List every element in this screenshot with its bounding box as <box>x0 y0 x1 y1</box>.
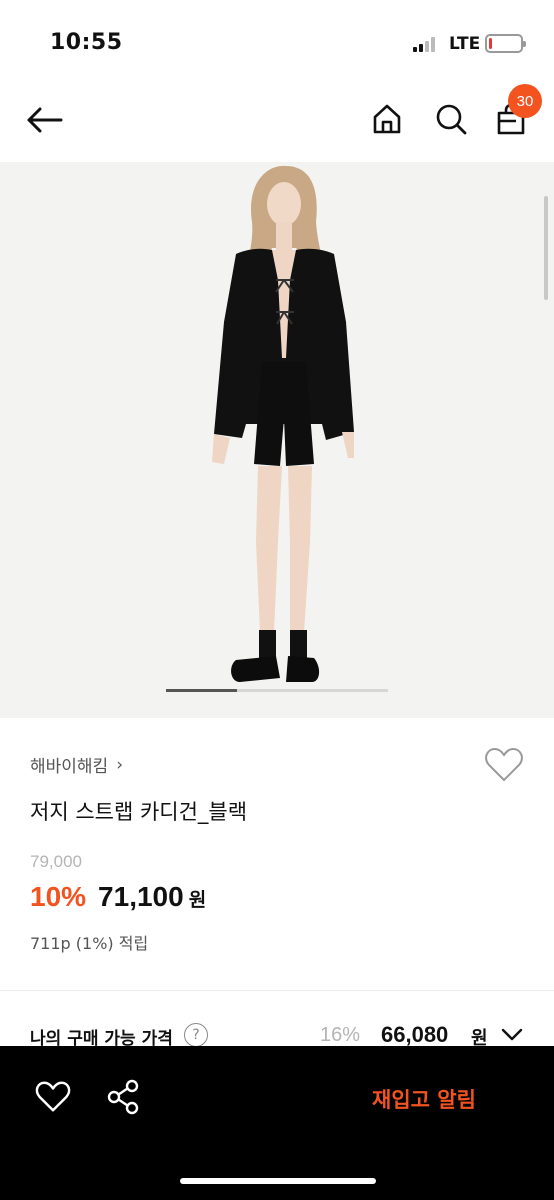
bottom-wishlist-button[interactable] <box>34 1078 72 1116</box>
scrollbar[interactable] <box>544 196 548 300</box>
brand-name: 해바이해킴 <box>30 757 109 777</box>
product-photo <box>0 162 554 718</box>
brand-link[interactable]: 해바이해킴 › <box>30 752 124 778</box>
my-discount-rate: 16% <box>320 1024 361 1046</box>
back-button[interactable] <box>22 98 66 142</box>
currency-label: 원 <box>188 889 207 911</box>
sale-price-group: 71,100 원 <box>98 881 206 913</box>
gallery-indicator <box>166 689 388 692</box>
help-icon[interactable]: ? <box>184 1023 208 1047</box>
section-divider <box>0 990 554 991</box>
home-indicator <box>180 1178 376 1184</box>
heart-icon <box>35 1081 71 1112</box>
chevron-right-icon: › <box>116 754 124 775</box>
cart-count-badge: 30 <box>508 84 542 118</box>
top-nav <box>0 80 554 160</box>
share-button[interactable] <box>104 1078 142 1116</box>
home-button[interactable] <box>366 98 408 140</box>
gallery-indicator-progress <box>166 689 238 692</box>
battery-icon <box>485 34 526 53</box>
arrow-left-icon <box>27 107 63 133</box>
share-icon <box>107 1079 139 1115</box>
signal-icon <box>413 36 435 52</box>
status-time: 10:55 <box>50 30 123 55</box>
search-icon <box>436 104 467 135</box>
original-price: 79,000 <box>30 852 82 871</box>
status-bar: 10:55 LTE <box>0 0 554 80</box>
my-price-value: 66,080 <box>381 1022 449 1047</box>
product-image-carousel[interactable] <box>0 162 554 718</box>
chevron-down-icon[interactable] <box>500 1024 524 1044</box>
network-label: LTE <box>449 34 481 54</box>
points-info: 711p (1%) 적립 <box>30 934 149 953</box>
sale-price: 71,100 <box>98 881 184 912</box>
bottom-action-bar: 재입고 알림 <box>0 1046 554 1200</box>
home-icon <box>373 104 401 134</box>
heart-icon <box>485 747 523 782</box>
product-name: 저지 스트랩 카디건_블랙 <box>30 800 248 824</box>
discount-rate: 10% <box>30 881 87 912</box>
battery-level <box>489 38 492 49</box>
price-row: 10% 71,100 원 <box>30 881 206 913</box>
search-button[interactable] <box>430 98 472 140</box>
restock-alert-button[interactable]: 재입고 알림 <box>372 1084 476 1114</box>
wishlist-button[interactable] <box>484 746 524 784</box>
